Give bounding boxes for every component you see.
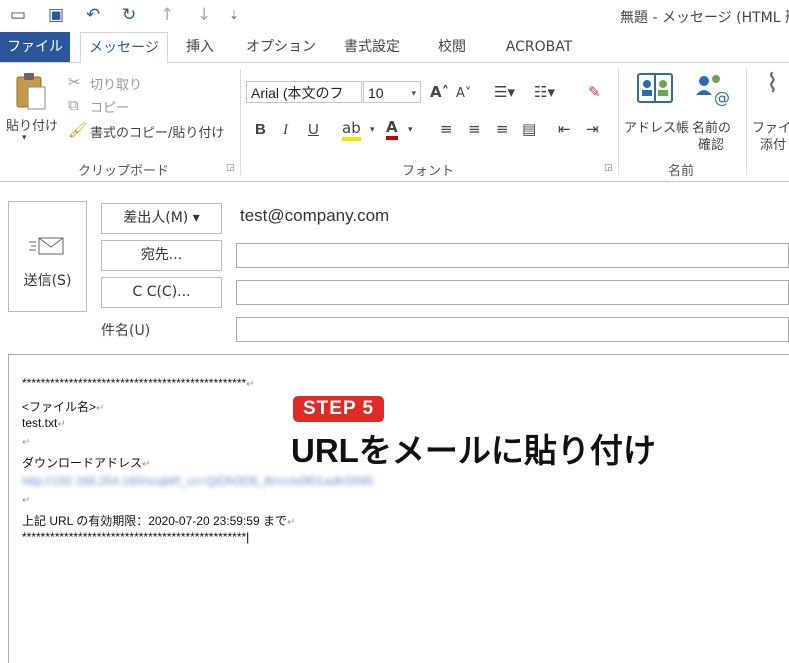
font-size-value: 10 (368, 85, 384, 101)
body-download-label: ダウンロードアドレス↵ (22, 456, 151, 470)
underline-button[interactable]: U (308, 121, 319, 139)
font-size-select[interactable]: 10 ▾ (363, 81, 421, 103)
clipboard-group-label: クリップボード (78, 164, 170, 179)
address-book-label[interactable]: アドレス帳 (624, 117, 689, 136)
body-rule-bottom: ****************************************… (22, 530, 250, 544)
address-book-button[interactable] (634, 71, 676, 107)
clipboard-icon (16, 73, 46, 110)
tab-review[interactable]: 校閲 (424, 32, 480, 62)
copy-icon: ⧉ (68, 96, 79, 114)
tab-format-text[interactable]: 書式設定 (332, 32, 412, 62)
send-icon (29, 237, 64, 255)
subject-field[interactable] (236, 317, 789, 342)
check-names-label-2[interactable]: 確認 (698, 134, 724, 153)
cc-field[interactable] (236, 280, 789, 305)
tab-acrobat[interactable]: ACROBAT (494, 32, 584, 62)
chevron-down-icon: ▾ (411, 88, 416, 98)
body-download-url[interactable]: http://192.168.254.160/scqbl/f_cn=QiDN3D… (22, 474, 373, 488)
save-icon[interactable]: ▣ (48, 5, 64, 25)
font-name-value: Arial (本文のフ (251, 85, 344, 101)
step-caption: URLをメールに貼り付け (291, 432, 656, 469)
svg-text:@: @ (714, 88, 730, 107)
check-names-icon: @ (696, 75, 730, 107)
body-rule-top: ****************************************… (22, 376, 255, 390)
grow-font-icon[interactable]: A˄ (430, 83, 449, 101)
numbering-icon[interactable]: ☷▾ (534, 83, 555, 101)
body-file-name-label: <ファイル名>↵ (22, 400, 105, 414)
redo-icon[interactable]: ↻ (122, 5, 136, 25)
outlook-window-icon: ▭ (10, 5, 27, 25)
font-color-icon[interactable]: A (386, 118, 398, 140)
tab-insert[interactable]: 挿入 (172, 32, 228, 62)
body-blank-line: ↵ (22, 437, 31, 448)
copy-button[interactable]: コピー (90, 97, 129, 116)
up-arrow-icon[interactable]: ↑ (160, 5, 174, 25)
to-button[interactable]: 宛先... (101, 240, 222, 271)
align-left-icon[interactable]: ≡ (440, 120, 453, 138)
from-button[interactable]: 差出人(M) ▾ (101, 203, 222, 234)
clipboard-launcher-icon[interactable]: ◲ (226, 163, 235, 173)
window-title: 無題 - メッセージ (HTML 形 (620, 10, 789, 26)
align-center-icon[interactable]: ≡ (468, 120, 481, 138)
down-arrow-icon[interactable]: ↓ (197, 5, 211, 25)
decrease-indent-icon[interactable]: ⇤ (558, 120, 571, 138)
bullets-icon[interactable]: ☰▾ (494, 83, 515, 101)
italic-button[interactable]: I (283, 121, 288, 139)
subject-label: 件名(U) (101, 323, 151, 339)
divider (618, 69, 619, 175)
highlight-icon[interactable]: ab (342, 119, 361, 141)
send-label: 送信(S) (23, 273, 72, 289)
clear-formatting-icon[interactable]: ✎ (588, 83, 601, 101)
justify-icon[interactable]: ▤ (522, 120, 536, 138)
body-expiry: 上記 URL の有効期限：2020-07-20 23:59:59 まで↵ (22, 514, 296, 528)
font-group-label: フォント (402, 164, 455, 179)
paperclip-icon[interactable]: ⌇ (766, 71, 779, 97)
attach-file-label-2[interactable]: 添付 (760, 134, 786, 153)
chevron-down-icon[interactable]: ▾ (408, 121, 413, 139)
chevron-down-icon[interactable]: ▾ (370, 121, 375, 139)
tab-options[interactable]: オプション (240, 32, 322, 62)
font-name-select[interactable]: Arial (本文のフ (246, 81, 362, 103)
paste-button[interactable] (14, 71, 48, 111)
title-bar: ▭ ▣ ↶ ↻ ↑ ↓ ⇣ 無題 - メッセージ (HTML 形 (0, 0, 789, 32)
font-launcher-icon[interactable]: ◲ (604, 163, 613, 173)
ribbon: 貼り付け ▾ ✂ 切り取り ⧉ コピー 🖌 書式のコピー/貼り付け クリップボー… (0, 63, 789, 182)
check-names-button[interactable]: @ (692, 71, 734, 107)
tab-file[interactable]: ファイル (0, 32, 70, 62)
customize-icon[interactable]: ⇣ (229, 5, 239, 25)
ribbon-tabs: ファイル メッセージ 挿入 オプション 書式設定 校閲 ACROBAT (0, 32, 789, 64)
divider (746, 69, 747, 175)
format-painter-button[interactable]: 書式のコピー/貼り付け (90, 122, 224, 141)
paste-dropdown-icon[interactable]: ▾ (22, 133, 27, 143)
tab-message[interactable]: メッセージ (80, 32, 168, 64)
shrink-font-icon[interactable]: A˅ (456, 85, 471, 103)
address-book-icon (637, 73, 673, 103)
format-painter-icon: 🖌 (68, 121, 88, 139)
divider (240, 69, 241, 175)
body-blank-line: ↵ (22, 495, 31, 506)
align-right-icon[interactable]: ≡ (496, 120, 509, 138)
names-group-label: 名前 (668, 164, 695, 179)
from-value: test@company.com (240, 206, 390, 225)
body-file-name: test.txt↵ (22, 416, 66, 430)
message-body[interactable] (8, 354, 789, 663)
send-button[interactable]: 送信(S) (8, 201, 87, 312)
scissors-icon: ✂ (68, 73, 81, 91)
bold-button[interactable]: B (255, 121, 266, 139)
cut-button[interactable]: 切り取り (90, 74, 142, 93)
cc-button[interactable]: C C(C)... (101, 277, 222, 308)
undo-icon[interactable]: ↶ (86, 5, 100, 25)
to-field[interactable] (236, 243, 789, 268)
increase-indent-icon[interactable]: ⇥ (586, 120, 599, 138)
step-badge: STEP 5 (293, 396, 385, 422)
paste-label[interactable]: 貼り付け (6, 115, 58, 134)
